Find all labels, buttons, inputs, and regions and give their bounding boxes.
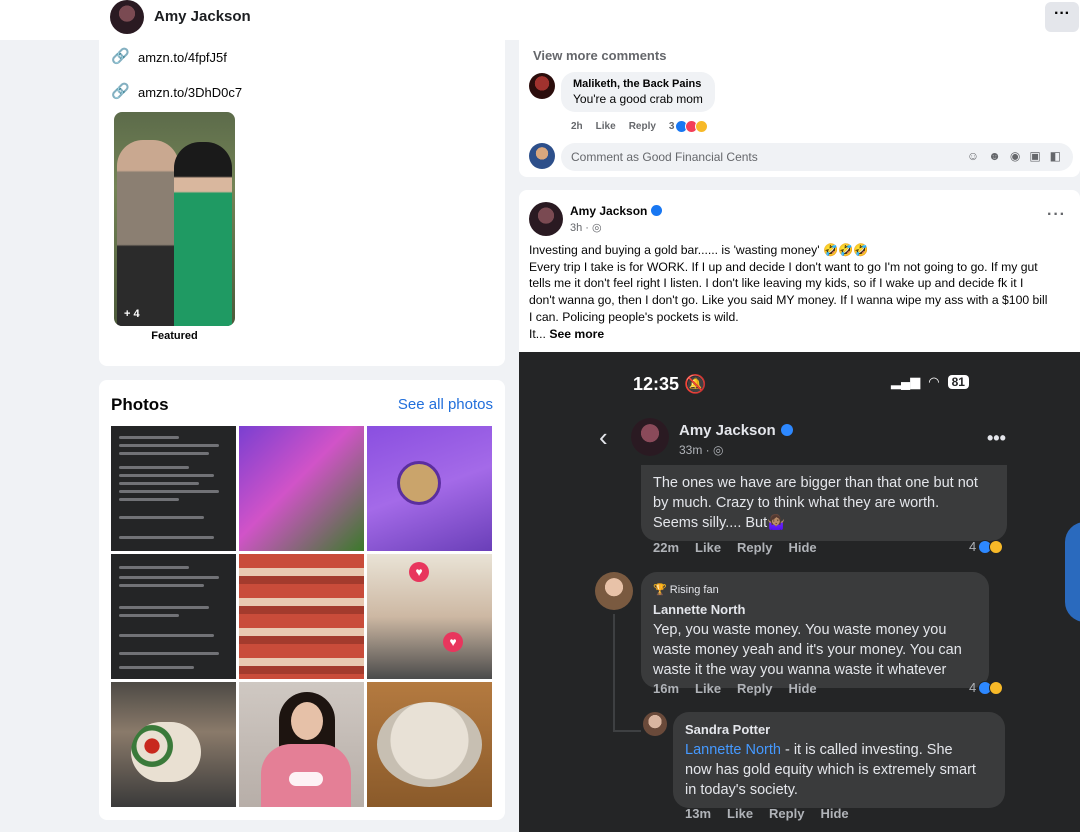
link-row[interactable]: 🔗 amzn.to/4fpfJ5f <box>111 47 227 67</box>
screenshot-comment-actions: 22m Like Reply Hide <box>653 540 817 555</box>
signal-icon: ▂▄▆ <box>891 374 921 389</box>
featured-photo-person <box>174 142 232 326</box>
reaction-summary[interactable]: 3 <box>669 120 709 133</box>
photo-thumbnail[interactable] <box>111 682 236 807</box>
see-more-link[interactable]: See more <box>549 327 604 341</box>
rising-fan-icon: 🏆 <box>653 584 667 596</box>
link-icon: 🔗 <box>111 48 130 65</box>
post-options-button[interactable]: ··· <box>1047 206 1066 224</box>
screenshot-more-icon: ••• <box>987 428 1006 448</box>
post-line: don't wanna go, then I don't go. Like yo… <box>529 293 1048 308</box>
post-line: tells me it don't feel right I listen. I… <box>529 276 1024 291</box>
link-text[interactable]: amzn.to/4fpfJ5f <box>138 50 227 65</box>
post-line: Investing and buying a gold bar...... is… <box>529 243 869 257</box>
comment-input-placeholder: Comment as Good Financial Cents <box>571 150 758 164</box>
photo-thumbnail[interactable]: ♥ ♥ <box>367 554 492 679</box>
screenshot-commenter-avatar <box>643 712 667 736</box>
post-author-name[interactable]: Amy Jackson <box>570 204 663 218</box>
comment-bubble: Maliketh, the Back Pains You're a good c… <box>561 72 715 112</box>
comment-text: You're a good crab mom <box>573 92 703 106</box>
post-line: I can. Policing people's pockets is wild… <box>529 309 739 324</box>
back-chevron-icon: ‹ <box>599 422 608 452</box>
comment-tools: ☺ ☻ ◉ ▣ ◧ <box>967 149 1061 163</box>
photo-thumbnail[interactable] <box>239 554 364 679</box>
screenshot-comment-bubble: Sandra Potter Lannette North - it is cal… <box>673 712 1005 808</box>
featured-count: + 4 <box>124 308 140 320</box>
screenshot-reactions: 4 <box>969 539 1004 554</box>
globe-icon: ◎ <box>592 222 602 234</box>
post-author-avatar[interactable] <box>529 202 563 236</box>
post-text: Investing and buying a gold bar...... is… <box>529 242 1074 342</box>
thread-line <box>613 614 615 732</box>
like-button[interactable]: Like <box>596 121 616 132</box>
post-timestamp[interactable]: 3h · ◎ <box>570 221 602 234</box>
photo-thumbnail[interactable] <box>367 682 492 807</box>
emoji-icon[interactable]: ☻ <box>988 149 1001 163</box>
thread-line <box>613 730 641 732</box>
screenshot-commenter-avatar <box>595 572 633 610</box>
link-text[interactable]: amzn.to/3DhD0c7 <box>138 85 242 100</box>
more-options-button[interactable]: ··· <box>1045 2 1079 32</box>
comment-input[interactable]: Comment as Good Financial Cents ☺ ☻ ◉ ▣ … <box>561 143 1073 171</box>
profile-header-bar: Amy Jackson ··· <box>0 0 1080 40</box>
commenter-avatar[interactable] <box>529 73 555 99</box>
photos-title: Photos <box>111 395 169 414</box>
screenshot-author-name: Amy Jackson <box>679 422 793 439</box>
haha-reaction-icon <box>695 120 709 133</box>
featured-story-thumbnail[interactable]: + 4 <box>114 112 235 326</box>
wifi-icon: ◠ <box>928 374 940 389</box>
haha-reaction-icon <box>989 539 1004 554</box>
camera-icon[interactable]: ◉ <box>1010 149 1020 163</box>
verified-badge-icon <box>651 205 663 216</box>
screenshot-reactions: 4 <box>969 680 1004 695</box>
mute-bell-icon: 🔕 <box>684 374 707 394</box>
screenshot-author-avatar <box>631 418 669 456</box>
screenshot-comment-bubble: 🏆 Rising fan Lannette North Yep, you was… <box>641 572 989 688</box>
mention-link: Lannette North <box>685 742 781 758</box>
photo-thumbnail[interactable] <box>239 682 364 807</box>
featured-label: Featured <box>151 330 198 342</box>
profile-name[interactable]: Amy Jackson <box>154 8 251 25</box>
haha-reaction-icon <box>989 680 1004 695</box>
comment-time[interactable]: 2h <box>571 121 583 132</box>
battery-icon: 81 <box>947 375 969 389</box>
featured-photo-person <box>117 140 179 326</box>
photo-thumbnail[interactable] <box>367 426 492 551</box>
verified-badge-icon <box>780 424 793 436</box>
photos-card: Photos See all photos ♥ ♥ <box>99 380 505 820</box>
post-line: It... <box>529 326 550 341</box>
avatar-sticker-icon[interactable]: ☺ <box>967 149 979 163</box>
post-attached-screenshot[interactable]: 12:35 🔕 ▂▄▆ ◠ 81 ‹ Amy Jackson 33m · ◎ •… <box>519 352 1080 832</box>
link-icon: 🔗 <box>111 83 130 100</box>
link-row[interactable]: 🔗 amzn.to/3DhD0c7 <box>111 82 242 102</box>
comment-author[interactable]: Maliketh, the Back Pains <box>573 78 703 90</box>
current-user-avatar[interactable] <box>529 143 555 169</box>
sticker-icon[interactable]: ◧ <box>1050 149 1061 163</box>
reply-button[interactable]: Reply <box>629 121 656 132</box>
photo-thumbnail[interactable] <box>111 554 236 679</box>
comments-section: View more comments Maliketh, the Back Pa… <box>519 40 1080 177</box>
screenshot-comment-actions: 13m Like Reply Hide <box>685 806 849 821</box>
screenshot-comment-actions: 16m Like Reply Hide <box>653 681 817 696</box>
phone-status-bar: ▂▄▆ ◠ 81 <box>891 374 969 390</box>
comment-actions: 2h Like Reply 3 <box>571 120 709 133</box>
see-all-photos-link[interactable]: See all photos <box>398 396 493 413</box>
screenshot-comment-bubble: The ones we have are bigger than that on… <box>641 465 1007 541</box>
view-more-comments-link[interactable]: View more comments <box>533 48 666 63</box>
gif-icon[interactable]: ▣ <box>1029 149 1040 163</box>
intro-card: 🔗 amzn.to/4fpfJ5f 🔗 amzn.to/3DhD0c7 + 4 … <box>99 40 505 366</box>
photo-thumbnail[interactable] <box>239 426 364 551</box>
phone-clock: 12:35 🔕 <box>633 374 707 394</box>
photo-thumbnail[interactable] <box>111 426 236 551</box>
post-line: Every trip I take is for WORK. If I up a… <box>529 259 1038 274</box>
screenshot-timestamp: 33m · ◎ <box>679 443 724 457</box>
profile-avatar[interactable] <box>110 0 144 34</box>
side-bubble-edge <box>1065 522 1080 622</box>
post-card: Amy Jackson 3h · ◎ ··· Investing and buy… <box>519 190 1080 352</box>
globe-icon: ◎ <box>713 443 724 457</box>
